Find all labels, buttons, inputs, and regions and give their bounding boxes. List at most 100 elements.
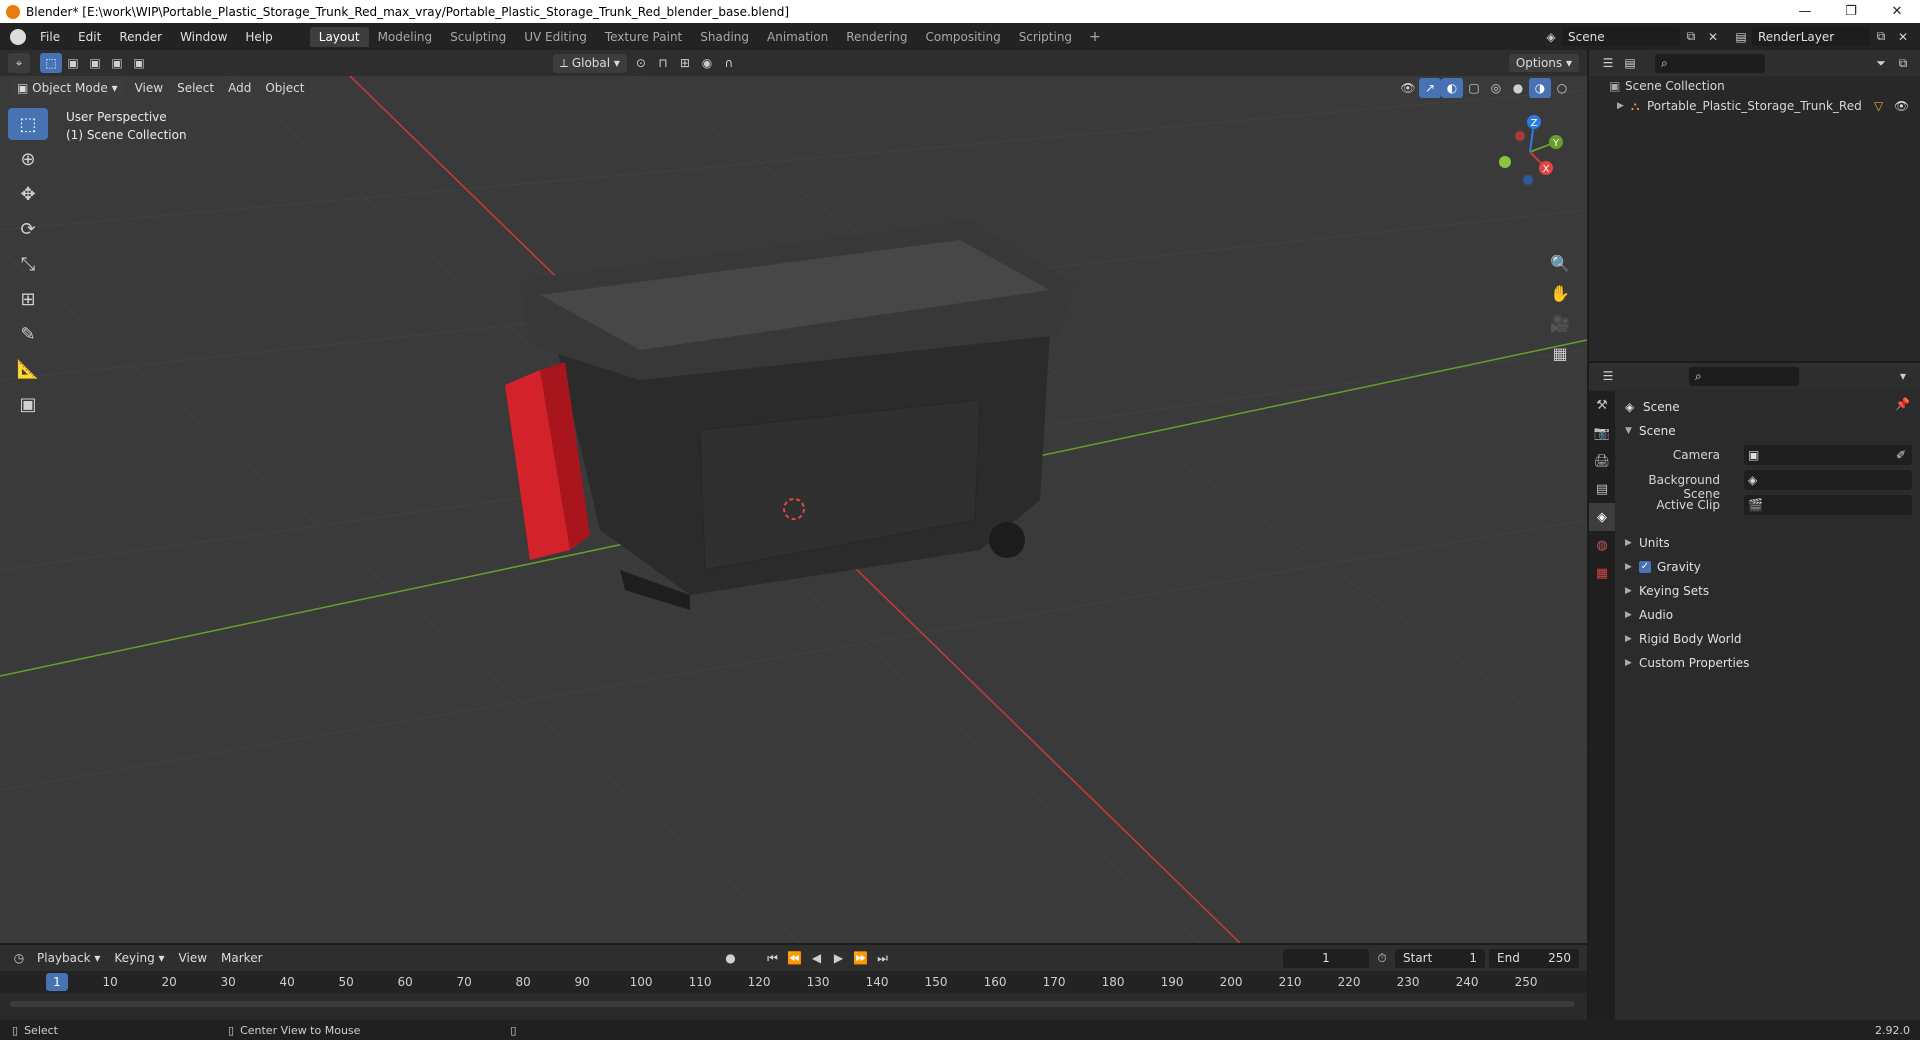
pivot-point-icon[interactable]: ⊙ xyxy=(630,53,652,73)
properties-search-input[interactable]: ⌕ xyxy=(1689,366,1799,386)
timeline-scrollbar[interactable] xyxy=(10,1001,1575,1007)
options-dropdown[interactable]: Options ▾ xyxy=(1508,54,1579,72)
measure-tool-icon[interactable]: 📐 xyxy=(8,353,48,385)
jump-keyframe-back-icon[interactable]: ⏪ xyxy=(784,948,806,968)
viewport-menu-select[interactable]: Select xyxy=(170,79,221,97)
section-rigid-body-world[interactable]: ▶ Rigid Body World xyxy=(1625,629,1742,649)
outliner-root-row[interactable]: ▣ Scene Collection xyxy=(1589,76,1920,96)
current-frame-indicator[interactable]: 1 xyxy=(46,973,68,991)
move-tool-icon[interactable]: ✥ xyxy=(8,178,48,210)
overlay-toggle-icon[interactable]: ◐ xyxy=(1441,78,1463,98)
section-units[interactable]: ▶ Units xyxy=(1625,533,1670,553)
render-tab-icon[interactable]: 📷 xyxy=(1589,419,1615,447)
ortho-grid-icon[interactable]: ▦ xyxy=(1547,338,1573,368)
visibility-eye-icon[interactable]: 👁 xyxy=(1894,99,1920,113)
select-box-subtract-icon[interactable]: ▣ xyxy=(106,53,128,73)
delete-view-layer-icon[interactable]: ✕ xyxy=(1892,27,1914,47)
annotate-tool-icon[interactable]: ✎ xyxy=(8,318,48,350)
add-cube-tool-icon[interactable]: ▣ xyxy=(8,388,48,420)
scene-icon[interactable]: ◈ xyxy=(1540,27,1562,47)
jump-keyframe-forward-icon[interactable]: ⏩ xyxy=(850,948,872,968)
viewport-menu-object[interactable]: Object xyxy=(258,79,311,97)
background-scene-field[interactable]: ◈ xyxy=(1744,470,1912,490)
output-tab-icon[interactable]: 🖨 xyxy=(1589,447,1615,475)
blender-menu-icon[interactable] xyxy=(10,28,26,45)
tool-tab-icon[interactable]: ⚒ xyxy=(1589,391,1615,419)
select-box-tool-icon[interactable]: ⬚ xyxy=(8,108,48,140)
record-icon[interactable]: ● xyxy=(720,948,742,968)
solid-shading-icon[interactable]: ● xyxy=(1507,78,1529,98)
new-scene-icon[interactable]: ⧉ xyxy=(1680,27,1702,47)
tab-shading[interactable]: Shading xyxy=(691,27,758,47)
properties-editor-type-icon[interactable]: ☰ xyxy=(1597,366,1619,386)
proportional-edit-icon[interactable]: ◉ xyxy=(696,53,718,73)
close-icon[interactable]: ✕ xyxy=(1874,4,1920,19)
pan-hand-icon[interactable]: ✋ xyxy=(1547,278,1573,308)
timeline-editor-type-icon[interactable]: ◷ xyxy=(8,948,30,968)
active-clip-field[interactable]: 🎬 xyxy=(1744,495,1912,515)
tab-rendering[interactable]: Rendering xyxy=(837,27,916,47)
start-frame-field[interactable]: Start 1 xyxy=(1395,948,1485,968)
timeline-menu-playback[interactable]: Playback ▾ xyxy=(30,949,107,967)
jump-end-icon[interactable]: ⏭ xyxy=(872,948,894,968)
filter-icon[interactable]: ⏷ xyxy=(1870,53,1892,73)
select-box-intersect-icon[interactable]: ▣ xyxy=(128,53,150,73)
jump-start-icon[interactable]: ⏮ xyxy=(762,948,784,968)
add-workspace-icon[interactable]: + xyxy=(1081,29,1109,45)
tab-texture-paint[interactable]: Texture Paint xyxy=(596,27,691,47)
menu-window[interactable]: Window xyxy=(171,30,236,44)
zoom-icon[interactable]: 🔍 xyxy=(1547,248,1573,278)
view-layer-tab-icon[interactable]: ▤ xyxy=(1589,475,1615,503)
new-view-layer-icon[interactable]: ⧉ xyxy=(1870,27,1892,47)
object-mode-dropdown[interactable]: ▣ Object Mode ▾ xyxy=(10,79,125,97)
wireframe-shading-icon[interactable]: ◎ xyxy=(1485,78,1507,98)
transform-tool-icon[interactable]: ⊞ xyxy=(8,283,48,315)
cursor-tool-icon[interactable]: ⊕ xyxy=(8,143,48,175)
3d-viewport[interactable]: ⌖ ⬚ ▣ ▣ ▣ ▣ ⟂ Global ▾ ⊙ ⊓ ⊞ ◉ ∩ Options… xyxy=(0,50,1587,943)
section-audio[interactable]: ▶ Audio xyxy=(1625,605,1673,625)
camera-view-icon[interactable]: 🎥 xyxy=(1547,308,1573,338)
tab-modeling[interactable]: Modeling xyxy=(369,27,442,47)
select-mode-icon[interactable]: ⬚ xyxy=(40,53,62,73)
camera-field[interactable]: ▣ ✐ xyxy=(1744,445,1912,465)
viewport-menu-view[interactable]: View xyxy=(128,79,170,97)
expand-caret-icon[interactable]: ▶ xyxy=(1617,101,1631,111)
section-gravity[interactable]: ▶ ✓ Gravity xyxy=(1625,557,1701,577)
current-frame-field[interactable]: 1 xyxy=(1283,948,1369,968)
xray-icon[interactable]: ▢ xyxy=(1463,78,1485,98)
scene-name-field[interactable]: Scene xyxy=(1562,27,1680,46)
scene-tab-icon[interactable]: ◈ xyxy=(1589,503,1615,531)
tab-layout[interactable]: Layout xyxy=(309,26,369,47)
transform-orientation-dropdown[interactable]: ⟂ Global ▾ xyxy=(553,53,627,73)
editor-type-icon[interactable]: ⌖ xyxy=(8,53,30,73)
gravity-checkbox[interactable]: ✓ xyxy=(1639,561,1651,573)
frame-ruler[interactable]: 1 10 20 30 40 50 60 70 80 90 100 110 120 130 140 150 160… xyxy=(0,971,1587,993)
play-icon[interactable]: ▶ xyxy=(828,948,850,968)
delete-scene-icon[interactable]: ✕ xyxy=(1702,27,1724,47)
clock-icon[interactable]: ⏱ xyxy=(1371,948,1393,968)
world-tab-icon[interactable]: ◍ xyxy=(1589,531,1615,559)
select-box-new-icon[interactable]: ▣ xyxy=(62,53,84,73)
new-collection-icon[interactable]: ⧉ xyxy=(1892,53,1914,73)
restore-icon[interactable]: ❐ xyxy=(1828,4,1874,19)
falloff-icon[interactable]: ∩ xyxy=(718,53,740,73)
menu-help[interactable]: Help xyxy=(236,30,281,44)
gizmo-toggle-icon[interactable]: ↗ xyxy=(1419,78,1441,98)
eyedropper-icon[interactable]: ✐ xyxy=(1896,448,1906,462)
select-box-extend-icon[interactable]: ▣ xyxy=(84,53,106,73)
snap-icon[interactable]: ⊓ xyxy=(652,53,674,73)
pin-icon[interactable]: 📌 xyxy=(1895,397,1910,411)
display-mode-icon[interactable]: ▤ xyxy=(1619,53,1641,73)
tab-uv-editing[interactable]: UV Editing xyxy=(515,27,596,47)
outliner-editor-type-icon[interactable]: ☰ xyxy=(1597,53,1619,73)
end-frame-field[interactable]: End 250 xyxy=(1489,948,1579,968)
viewport-menu-add[interactable]: Add xyxy=(221,79,258,97)
menu-render[interactable]: Render xyxy=(110,30,171,44)
menu-file[interactable]: File xyxy=(31,30,69,44)
tab-scripting[interactable]: Scripting xyxy=(1010,27,1081,47)
rendered-shading-icon[interactable]: ○ xyxy=(1551,78,1573,98)
material-shading-icon[interactable]: ◑ xyxy=(1529,78,1551,98)
outliner-item[interactable]: ▶ ⛬ Portable_Plastic_Storage_Trunk_Red ▽… xyxy=(1589,96,1920,116)
minimize-icon[interactable]: — xyxy=(1782,4,1828,19)
menu-edit[interactable]: Edit xyxy=(69,30,110,44)
